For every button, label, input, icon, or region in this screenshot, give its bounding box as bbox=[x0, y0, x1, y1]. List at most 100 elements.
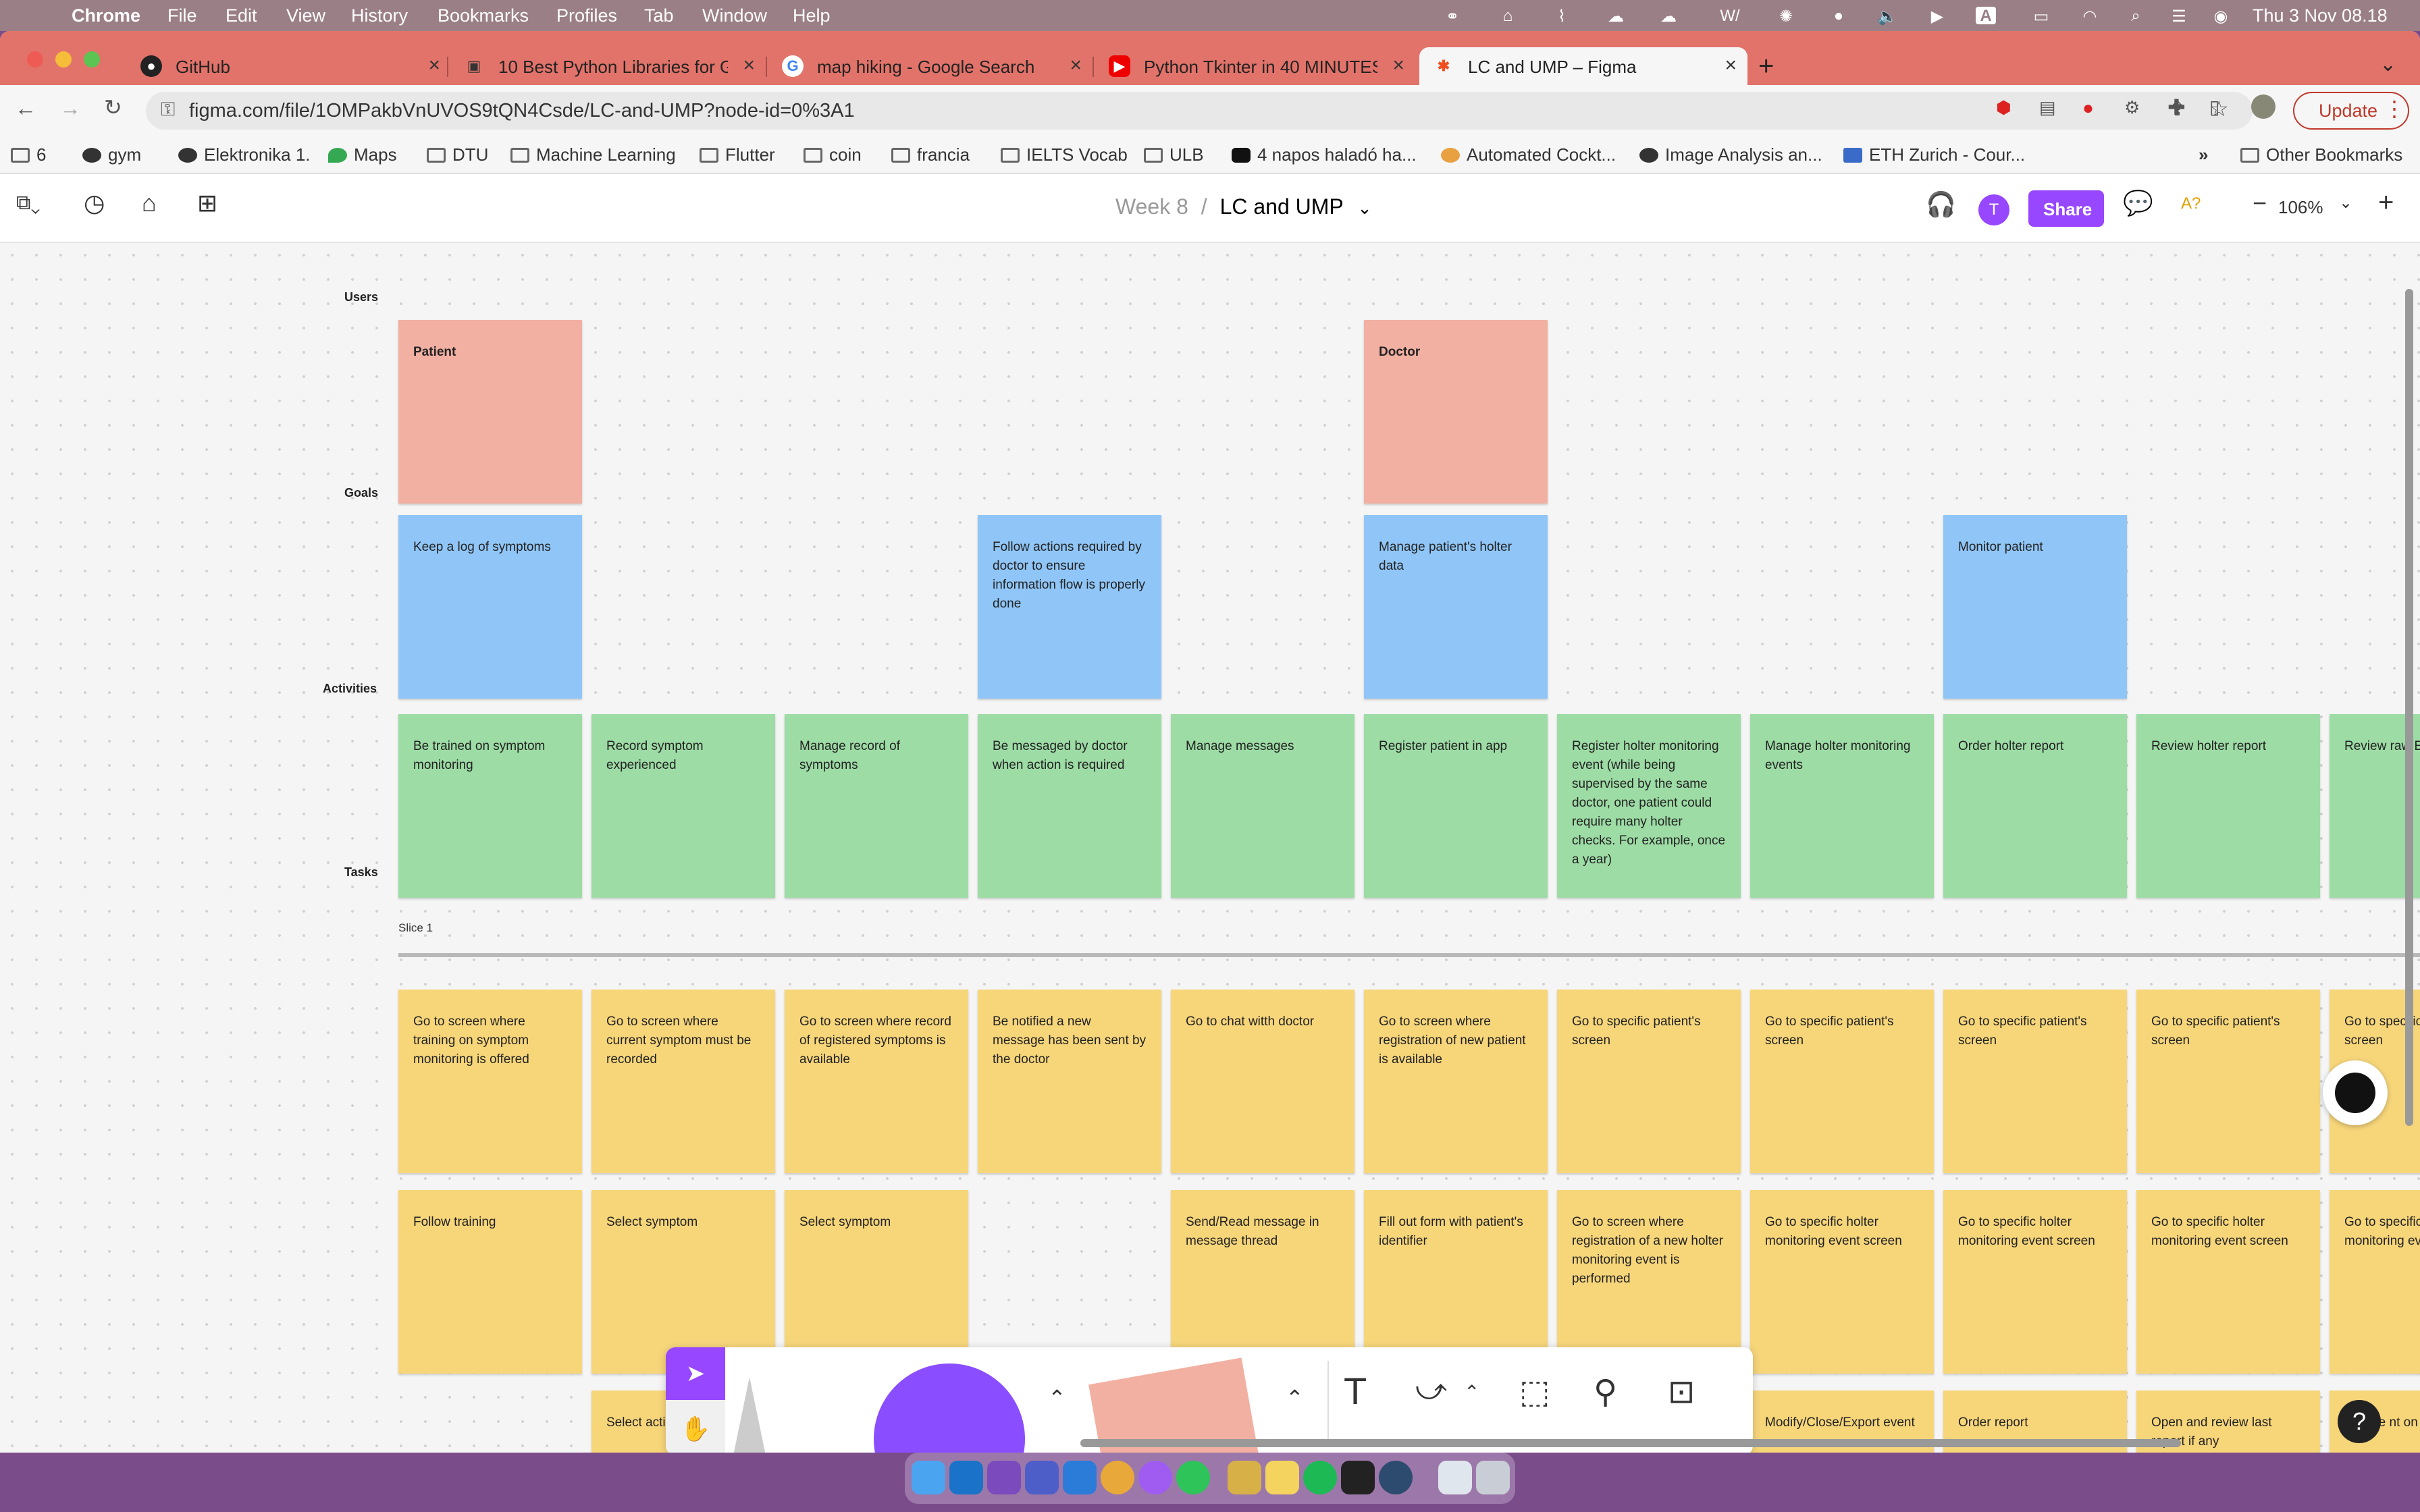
comment-icon[interactable]: 💬 bbox=[2123, 189, 2153, 217]
sticky-note-task[interactable]: Go to specific patient's screen bbox=[1557, 990, 1741, 1173]
sticky-note-task[interactable]: Fill out form with patient's identifier bbox=[1364, 1190, 1548, 1374]
cloud-sync-icon[interactable]: ☁ bbox=[1658, 7, 1679, 26]
sticky-note-task[interactable]: Send/Read message in message thread bbox=[1171, 1190, 1354, 1374]
lock-icon[interactable]: ⚿ bbox=[161, 99, 175, 121]
bookmark-dtu[interactable]: DTU bbox=[427, 144, 488, 165]
status-extension-icon[interactable]: ⚭ bbox=[1442, 7, 1463, 26]
bookmark-maps[interactable]: Maps bbox=[328, 144, 397, 165]
sticky-note-act[interactable]: Be messaged by doctor when action is req… bbox=[978, 714, 1161, 898]
sticky-note-task[interactable]: Go to specific holter monitoring event s… bbox=[1750, 1190, 1934, 1374]
stamp-tool-icon[interactable]: ⚲ bbox=[1594, 1373, 1617, 1411]
downloads-stack-icon[interactable] bbox=[1438, 1461, 1472, 1494]
bug-icon[interactable]: ✺ bbox=[1776, 7, 1796, 26]
vpn-icon[interactable]: W/ bbox=[1710, 7, 1750, 25]
connector-tool-icon[interactable]: ⤻ bbox=[1415, 1373, 1447, 1407]
maximize-window-button[interactable] bbox=[84, 51, 100, 68]
sticky-note-task[interactable]: Be notified a new message has been sent … bbox=[978, 990, 1161, 1173]
bookmark-elektronika[interactable]: Elektronika 1. bbox=[178, 144, 311, 165]
figma-main-menu-icon[interactable]: ⧉⌄ bbox=[16, 192, 41, 215]
sticky-note-task[interactable]: Go to screen where registration of a new… bbox=[1557, 1190, 1741, 1374]
reload-icon[interactable]: ↻ bbox=[104, 94, 122, 120]
messenger-bubble[interactable] bbox=[2323, 1060, 2388, 1125]
outlook-icon[interactable] bbox=[949, 1461, 983, 1494]
sticky-note-goal[interactable]: Monitor patient bbox=[1943, 515, 2127, 699]
bookmark-coin[interactable]: coin bbox=[804, 144, 862, 165]
close-tab-icon[interactable]: × bbox=[1392, 54, 1404, 77]
spotify-icon[interactable] bbox=[1303, 1461, 1337, 1494]
sticky-note-task[interactable]: Go to screen where training on symptom m… bbox=[398, 990, 582, 1173]
sticky-note-user[interactable]: Patient bbox=[398, 320, 582, 504]
sticky-note-act[interactable]: Manage record of symptoms bbox=[785, 714, 968, 898]
sticky-note-task[interactable]: Go to chat witth doctor bbox=[1171, 990, 1354, 1173]
sticky-note-task[interactable]: Go to specific holter monitoring event s… bbox=[2136, 1190, 2320, 1374]
search-icon[interactable]: ⌕ bbox=[2126, 7, 2146, 25]
close-tab-icon[interactable]: × bbox=[1070, 54, 1082, 77]
headphones-icon[interactable]: 🎧 bbox=[1926, 190, 1956, 219]
sticky-note-act[interactable]: Order holter report bbox=[1943, 714, 2127, 898]
horizontal-scrollbar[interactable] bbox=[1080, 1439, 2181, 1447]
menu-bookmarks[interactable]: Bookmarks bbox=[438, 5, 529, 26]
chevron-down-icon[interactable]: ⌄ bbox=[1357, 198, 1372, 218]
move-tool-icon[interactable]: ➤ bbox=[666, 1347, 725, 1400]
bookmark-machine-learning[interactable]: Machine Learning bbox=[510, 144, 676, 165]
matlab-icon[interactable] bbox=[1228, 1461, 1261, 1494]
timer-icon[interactable]: ◷ bbox=[84, 189, 105, 217]
sticky-tool-icon[interactable] bbox=[1088, 1357, 1263, 1453]
notes-icon[interactable] bbox=[1265, 1461, 1299, 1494]
sticky-note-act[interactable]: Be trained on symptom monitoring bbox=[398, 714, 582, 898]
sticky-note-task[interactable]: Go to specific patient's screen bbox=[1943, 990, 2127, 1173]
zoom-in-icon[interactable]: + bbox=[2378, 188, 2394, 218]
menu-clock[interactable]: Thu 3 Nov 08.18 bbox=[2253, 5, 2388, 26]
menu-view[interactable]: View bbox=[286, 5, 325, 26]
sticky-note-goal[interactable]: Keep a log of symptoms bbox=[398, 515, 582, 699]
tab-github[interactable]: ● GitHub × bbox=[127, 47, 451, 85]
onenote-icon[interactable] bbox=[987, 1461, 1021, 1494]
figjam-canvas[interactable]: Users Goals Activities Tasks Patient Doct… bbox=[0, 243, 2420, 1453]
sticky-note-act[interactable]: Manage messages bbox=[1171, 714, 1354, 898]
other-bookmarks[interactable]: Other Bookmarks bbox=[2240, 144, 2402, 165]
tab-search-chevron-icon[interactable]: ⌄ bbox=[2379, 53, 2396, 76]
control-center-icon[interactable]: ☰ bbox=[2169, 7, 2189, 26]
close-tab-icon[interactable]: × bbox=[428, 54, 440, 77]
share-button[interactable]: Share bbox=[2028, 190, 2104, 227]
menu-help[interactable]: Help bbox=[793, 5, 831, 26]
vertical-scrollbar[interactable] bbox=[2405, 289, 2413, 1126]
tab-python-libraries[interactable]: ▣ 10 Best Python Libraries for GU × bbox=[450, 47, 766, 85]
battery-icon[interactable]: ▭ bbox=[2026, 7, 2057, 26]
bookmark-ulb[interactable]: ULB bbox=[1144, 144, 1204, 165]
profile-avatar[interactable] bbox=[2251, 94, 2276, 119]
bookmark-image-analysis[interactable]: Image Analysis an... bbox=[1639, 144, 1822, 165]
marker-tool-icon[interactable] bbox=[733, 1377, 766, 1453]
sticky-note-act[interactable]: Register patient in app bbox=[1364, 714, 1548, 898]
bookmark-flutter[interactable]: Flutter bbox=[700, 144, 775, 165]
close-tab-icon[interactable]: × bbox=[743, 54, 755, 77]
sticky-note-act[interactable]: Record symptom experienced bbox=[591, 714, 775, 898]
chevron-up-icon[interactable]: ⌃ bbox=[1286, 1385, 1304, 1411]
teams-icon[interactable] bbox=[1025, 1461, 1059, 1494]
sticky-note-goal[interactable]: Follow actions required by doctor to ens… bbox=[978, 515, 1161, 699]
extension-icon[interactable]: ⚙ bbox=[2124, 97, 2140, 118]
chevron-up-icon[interactable]: ⌃ bbox=[1464, 1381, 1479, 1403]
bookmark-automated-cocktail[interactable]: Automated Cockt... bbox=[1441, 144, 1616, 165]
adblock-icon[interactable]: ⬢ bbox=[1996, 97, 2011, 118]
sticky-note-task[interactable]: Go to specific patient's screen bbox=[1750, 990, 1934, 1173]
bookmarks-overflow-icon[interactable]: » bbox=[2199, 144, 2208, 165]
more-tools-icon[interactable]: ⊡ bbox=[1668, 1373, 1695, 1411]
close-tab-icon[interactable]: × bbox=[1725, 54, 1737, 77]
finder-icon[interactable] bbox=[912, 1461, 945, 1494]
terminal-icon[interactable] bbox=[1341, 1461, 1375, 1494]
bookmark-6[interactable]: 6 bbox=[11, 144, 46, 165]
puzzle-extensions-icon[interactable]: ✚ bbox=[2167, 94, 2186, 120]
tab-google-search[interactable]: G map hiking - Google Search × bbox=[768, 47, 1093, 85]
status-wifi-alt-icon[interactable]: ⌇ bbox=[1552, 7, 1572, 26]
play-icon[interactable]: ▶ bbox=[1927, 7, 1947, 26]
chrome-icon[interactable] bbox=[1101, 1461, 1134, 1494]
bookmark-gym[interactable]: gym bbox=[82, 144, 141, 165]
sticky-note-task[interactable]: Select symptom bbox=[785, 1190, 968, 1374]
layout-icon[interactable]: ⊞ bbox=[197, 189, 217, 217]
siri-icon[interactable]: ◉ bbox=[2211, 7, 2231, 26]
input-source-icon[interactable]: A bbox=[1976, 7, 1996, 25]
menu-edit[interactable]: Edit bbox=[226, 5, 257, 26]
resources-icon[interactable]: ⌂ bbox=[142, 189, 157, 217]
avatar[interactable]: T bbox=[1978, 194, 2009, 225]
